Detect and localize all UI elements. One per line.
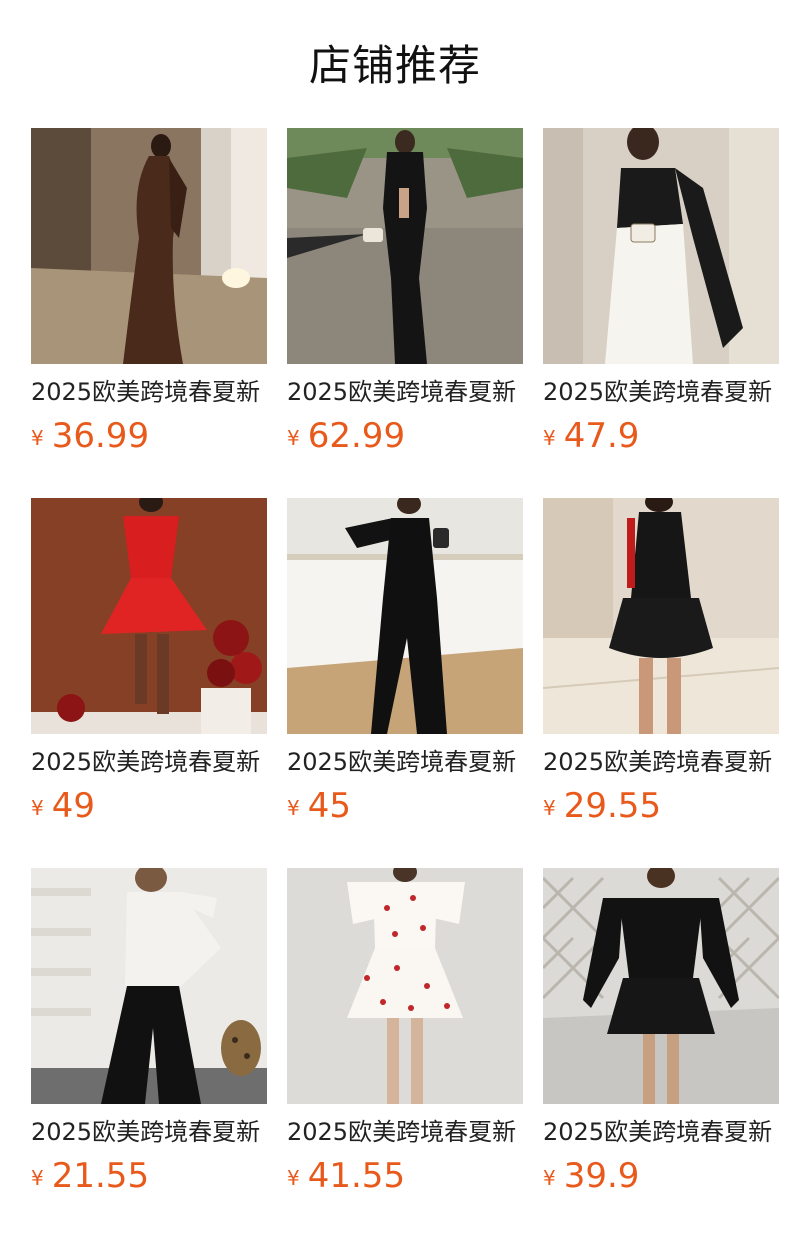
product-image[interactable] <box>543 128 779 364</box>
product-card[interactable]: 2025欧美跨境春夏新 ¥36.99 <box>31 128 267 498</box>
black-offshoulder-dress-photo <box>543 868 779 1104</box>
black-ruffle-dress-photo <box>287 498 523 734</box>
product-image[interactable] <box>31 128 267 364</box>
product-image[interactable] <box>287 868 523 1104</box>
product-title[interactable]: 2025欧美跨境春夏新 <box>543 1116 779 1148</box>
currency-symbol: ¥ <box>287 426 300 450</box>
product-image[interactable] <box>31 498 267 734</box>
currency-symbol: ¥ <box>31 796 44 820</box>
product-card[interactable]: 2025欧美跨境春夏新 ¥62.99 <box>287 128 523 498</box>
product-card[interactable]: 2025欧美跨境春夏新 ¥49 <box>31 498 267 868</box>
product-card[interactable]: 2025欧美跨境春夏新 ¥21.55 <box>31 868 267 1236</box>
product-price: ¥47.9 <box>543 414 779 464</box>
price-value: 39.9 <box>563 1156 640 1196</box>
product-image[interactable] <box>31 868 267 1104</box>
product-card[interactable]: 2025欧美跨境春夏新 ¥29.55 <box>543 498 779 868</box>
black-cutout-dress-photo <box>287 128 523 364</box>
product-title[interactable]: 2025欧美跨境春夏新 <box>287 376 523 408</box>
price-value: 21.55 <box>51 1156 150 1196</box>
product-price: ¥62.99 <box>287 414 523 464</box>
price-value: 62.99 <box>307 416 406 456</box>
currency-symbol: ¥ <box>287 1166 300 1190</box>
currency-symbol: ¥ <box>543 1166 556 1190</box>
section-title: 店铺推荐 <box>308 41 481 90</box>
price-value: 36.99 <box>51 416 150 456</box>
cherry-print-dress-photo <box>287 868 523 1104</box>
product-card[interactable]: 2025欧美跨境春夏新 ¥47.9 <box>543 128 779 498</box>
product-card[interactable]: 2025欧美跨境春夏新 ¥41.55 <box>287 868 523 1236</box>
product-image[interactable] <box>287 128 523 364</box>
product-title[interactable]: 2025欧美跨境春夏新 <box>543 376 779 408</box>
product-price: ¥36.99 <box>31 414 267 464</box>
product-card[interactable]: 2025欧美跨境春夏新 ¥39.9 <box>543 868 779 1236</box>
currency-symbol: ¥ <box>543 796 556 820</box>
product-card[interactable]: 2025欧美跨境春夏新 ¥45 <box>287 498 523 868</box>
product-image[interactable] <box>287 498 523 734</box>
price-value: 29.55 <box>563 786 662 826</box>
product-price: ¥49 <box>31 784 267 834</box>
currency-symbol: ¥ <box>287 796 300 820</box>
product-image[interactable] <box>543 868 779 1104</box>
product-title[interactable]: 2025欧美跨境春夏新 <box>31 1116 267 1148</box>
product-price: ¥29.55 <box>543 784 779 834</box>
product-title[interactable]: 2025欧美跨境春夏新 <box>287 1116 523 1148</box>
product-price: ¥39.9 <box>543 1154 779 1204</box>
white-top-flare-pants-photo <box>31 868 267 1104</box>
product-title[interactable]: 2025欧美跨境春夏新 <box>543 746 779 778</box>
price-value: 49 <box>51 786 95 826</box>
product-title[interactable]: 2025欧美跨境春夏新 <box>31 376 267 408</box>
black-white-skirt-set-photo <box>543 128 779 364</box>
product-price: ¥41.55 <box>287 1154 523 1204</box>
currency-symbol: ¥ <box>31 1166 44 1190</box>
black-bubble-dress-photo <box>543 498 779 734</box>
product-title[interactable]: 2025欧美跨境春夏新 <box>287 746 523 778</box>
product-title[interactable]: 2025欧美跨境春夏新 <box>31 746 267 778</box>
price-value: 47.9 <box>563 416 640 456</box>
product-image[interactable] <box>543 498 779 734</box>
recommend-page: 店铺推荐 2025欧美跨境春夏新 ¥36.99 2025欧美跨境春夏新 ¥ 62… <box>0 0 790 1236</box>
product-grid: 2025欧美跨境春夏新 ¥36.99 2025欧美跨境春夏新 ¥ 62.99 2… <box>31 128 779 1236</box>
price-value: 45 <box>307 786 351 826</box>
price-value: 41.55 <box>307 1156 406 1196</box>
currency-symbol: ¥ <box>543 426 556 450</box>
product-price: ¥45 <box>287 784 523 834</box>
currency-symbol: ¥ <box>31 426 44 450</box>
brown-maxi-dress-photo <box>31 128 267 364</box>
red-mini-dress-photo <box>31 498 267 734</box>
product-price: ¥21.55 <box>31 1154 267 1204</box>
